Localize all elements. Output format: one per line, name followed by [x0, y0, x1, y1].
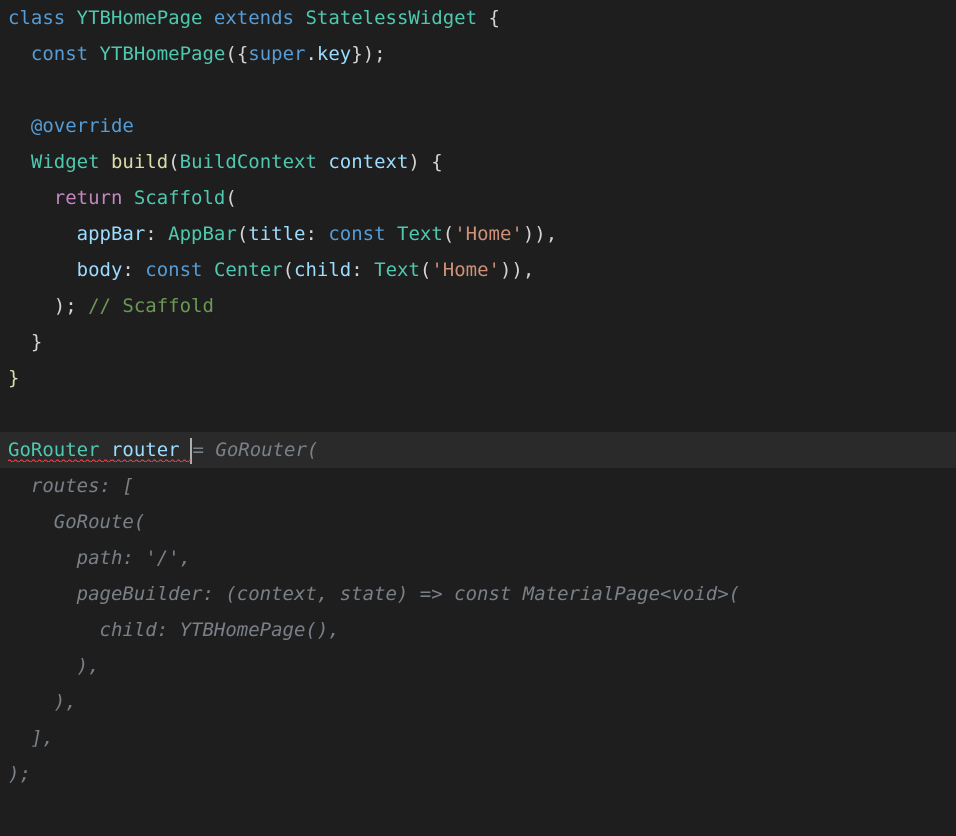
- ghost-token: [8, 655, 77, 677]
- ident-token: title: [248, 223, 305, 245]
- code-line[interactable]: @override: [0, 108, 956, 144]
- ghost-line[interactable]: path: '/',: [0, 540, 956, 576]
- ghost-line[interactable]: pageBuilder: (context, state) => const M…: [0, 576, 956, 612]
- ghost-line[interactable]: ),: [0, 684, 956, 720]
- ghost-token: [8, 547, 77, 569]
- code-line[interactable]: class YTBHomePage extends StatelessWidge…: [0, 0, 956, 36]
- ghost-line[interactable]: ),: [0, 648, 956, 684]
- ident-token-error: router: [111, 439, 191, 461]
- ghost-token: = GoRouter(: [193, 439, 319, 461]
- ghost-token: [8, 727, 31, 749]
- ghost-token: );: [8, 763, 31, 785]
- code-line[interactable]: [0, 396, 956, 432]
- punct-token: );: [54, 295, 77, 317]
- code-line[interactable]: const YTBHomePage({super.key});: [0, 36, 956, 72]
- ghost-token: [8, 691, 54, 713]
- ghost-token: pageBuilder: (context, state) => const M…: [77, 583, 740, 605]
- type-token: Widget: [31, 151, 111, 173]
- punct-token: )),: [500, 259, 534, 281]
- ghost-token: ],: [31, 727, 54, 749]
- ghost-token: GoRoute(: [54, 511, 146, 533]
- type-token: BuildContext: [180, 151, 329, 173]
- ghost-line[interactable]: child: YTBHomePage(),: [0, 612, 956, 648]
- ghost-token: [8, 475, 31, 497]
- keyword-token: const: [145, 259, 214, 281]
- ghost-token: [8, 511, 54, 533]
- punct-token: (: [237, 223, 248, 245]
- punct-token: :: [145, 223, 168, 245]
- ghost-line[interactable]: GoRoute(: [0, 504, 956, 540]
- keyword-token: return: [54, 187, 134, 209]
- type-token: AppBar: [168, 223, 237, 245]
- punct-token: )),: [523, 223, 557, 245]
- ghost-token: [8, 619, 100, 641]
- ghost-line[interactable]: ],: [0, 720, 956, 756]
- indent: [8, 43, 31, 65]
- indent: [8, 259, 77, 281]
- type-token: YTBHomePage: [100, 43, 226, 65]
- code-line[interactable]: appBar: AppBar(title: const Text('Home')…: [0, 216, 956, 252]
- punct-token: ({: [225, 43, 248, 65]
- type-token: Scaffold: [134, 187, 226, 209]
- ident-token: child: [294, 259, 351, 281]
- punct-token: (: [420, 259, 431, 281]
- punct-token: (: [283, 259, 294, 281]
- punct-token: :: [351, 259, 374, 281]
- code-line-current[interactable]: GoRouter router = GoRouter(: [0, 432, 956, 468]
- type-token: Text: [397, 223, 443, 245]
- punct-token: ) {: [408, 151, 442, 173]
- brace-token: }: [8, 367, 19, 389]
- ghost-token: child: YTBHomePage(),: [100, 619, 340, 641]
- comment-token: // Scaffold: [77, 295, 214, 317]
- code-line[interactable]: return Scaffold(: [0, 180, 956, 216]
- punct-token: });: [351, 43, 385, 65]
- punct-token: :: [122, 259, 145, 281]
- ident-token: appBar: [77, 223, 146, 245]
- annotation-token: @override: [31, 115, 134, 137]
- type-token: StatelessWidget: [305, 7, 488, 29]
- code-line[interactable]: body: const Center(child: Text('Home')),: [0, 252, 956, 288]
- keyword-token: const: [328, 223, 397, 245]
- ghost-token: path: '/',: [77, 547, 191, 569]
- code-line[interactable]: Widget build(BuildContext context) {: [0, 144, 956, 180]
- code-line[interactable]: }: [0, 324, 956, 360]
- ghost-token: routes: [: [31, 475, 134, 497]
- punct-token: (: [443, 223, 454, 245]
- keyword-token: class: [8, 7, 77, 29]
- ghost-token: ),: [77, 655, 100, 677]
- keyword-token: super: [248, 43, 305, 65]
- indent: [8, 151, 31, 173]
- indent: [8, 295, 54, 317]
- indent: [8, 187, 54, 209]
- code-editor[interactable]: class YTBHomePage extends StatelessWidge…: [0, 0, 956, 836]
- ghost-line[interactable]: );: [0, 756, 956, 792]
- punct-token: :: [305, 223, 328, 245]
- punct-token: (: [225, 187, 236, 209]
- string-token: 'Home': [431, 259, 500, 281]
- code-line[interactable]: ); // Scaffold: [0, 288, 956, 324]
- ident-token: body: [77, 259, 123, 281]
- code-line[interactable]: }: [0, 360, 956, 396]
- ghost-token: [8, 583, 77, 605]
- ident-token: key: [317, 43, 351, 65]
- type-token: Center: [214, 259, 283, 281]
- type-token: YTBHomePage: [77, 7, 214, 29]
- punct-token: .: [305, 43, 316, 65]
- string-token: 'Home': [454, 223, 523, 245]
- keyword-token: extends: [214, 7, 306, 29]
- ident-token: context: [328, 151, 408, 173]
- type-token: Text: [374, 259, 420, 281]
- indent: [8, 115, 31, 137]
- indent: [8, 223, 77, 245]
- brace-token: }: [31, 331, 42, 353]
- ghost-line[interactable]: routes: [: [0, 468, 956, 504]
- ghost-token: ),: [54, 691, 77, 713]
- indent: [8, 331, 31, 353]
- type-token-error: GoRouter: [8, 439, 111, 461]
- brace-token: {: [488, 7, 499, 29]
- keyword-token: const: [31, 43, 100, 65]
- punct-token: (: [168, 151, 179, 173]
- code-line[interactable]: [0, 72, 956, 108]
- func-token: build: [111, 151, 168, 173]
